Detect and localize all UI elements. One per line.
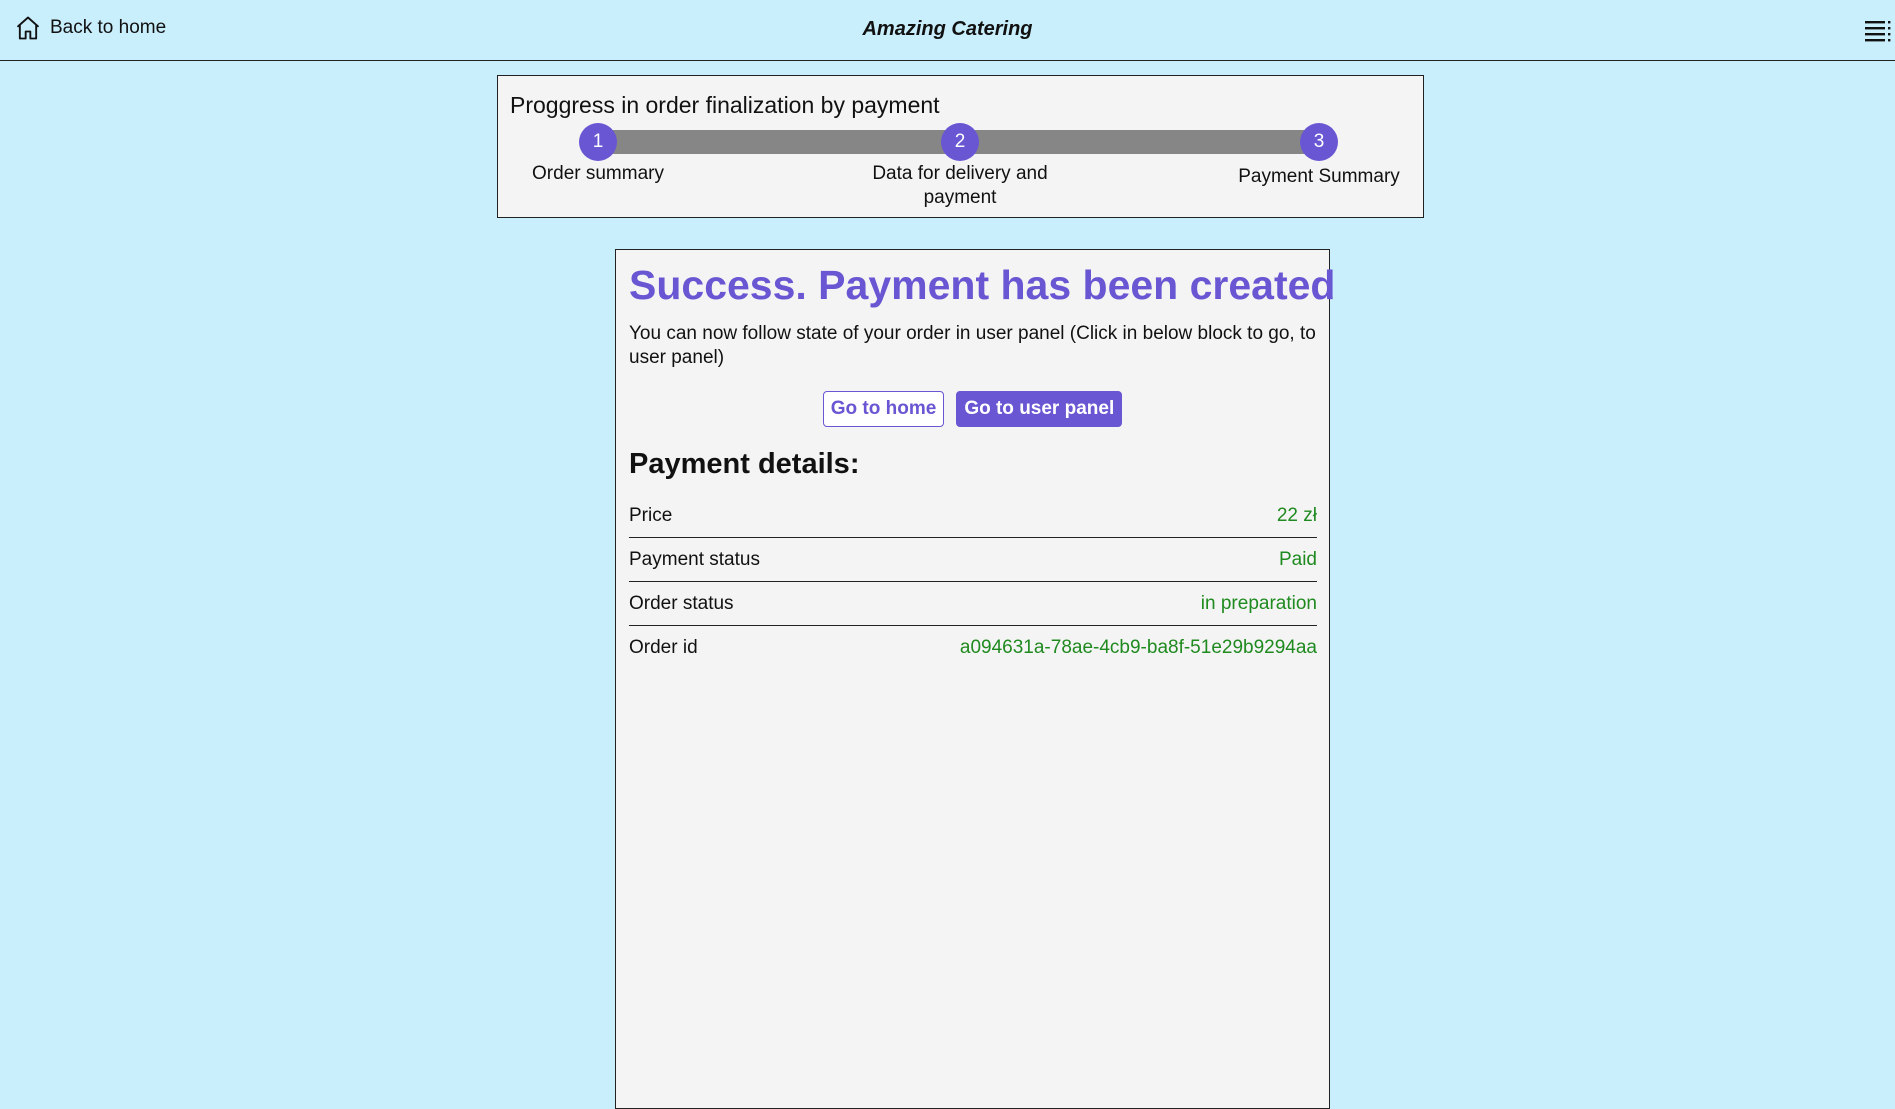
detail-value: Paid [1278,548,1317,570]
go-to-home-button[interactable]: Go to home [822,391,945,427]
step-2-dot[interactable]: 2 [941,123,979,161]
progress-title: Proggress in order finalization by payme… [510,92,940,118]
payment-details-list: Price 22 zł Payment status Paid Order st… [629,494,1317,669]
detail-row-order-id: Order id a094631a-78ae-4cb9-ba8f-51e29b9… [629,626,1317,669]
step-1-dot[interactable]: 1 [579,123,617,161]
top-navigation-bar: Back to home Amazing Catering [0,0,1895,61]
order-progress-panel: Proggress in order finalization by payme… [497,75,1424,218]
step-1-label: Order summary [532,163,664,184]
action-buttons: Go to home Go to user panel [616,391,1329,427]
detail-row-payment-status: Payment status Paid [629,538,1317,582]
step-2-label: Data for delivery and payment [872,163,1048,208]
detail-label: Price [629,504,673,526]
success-title: Success. Payment has been created [629,262,1336,308]
go-to-user-panel-button[interactable]: Go to user panel [956,391,1123,427]
detail-row-price: Price 22 zł [629,494,1317,538]
step-3-label: Payment Summary [1238,166,1400,187]
hamburger-menu-icon[interactable] [1865,18,1891,42]
success-message: You can now follow state of your order i… [629,323,1316,368]
payment-result-card: Success. Payment has been created You ca… [615,249,1335,1109]
detail-value: in preparation [1200,592,1317,614]
detail-row-order-status: Order status in preparation [629,582,1317,626]
detail-label: Payment status [629,548,760,570]
detail-value: 22 zł [1276,504,1317,526]
payment-details-title: Payment details: [629,448,860,480]
detail-value: a094631a-78ae-4cb9-ba8f-51e29b9294aa [959,636,1317,658]
detail-label: Order id [629,636,698,658]
step-3-dot[interactable]: 3 [1300,123,1338,161]
detail-label: Order status [629,592,734,614]
brand-title: Amazing Catering [862,18,1033,40]
